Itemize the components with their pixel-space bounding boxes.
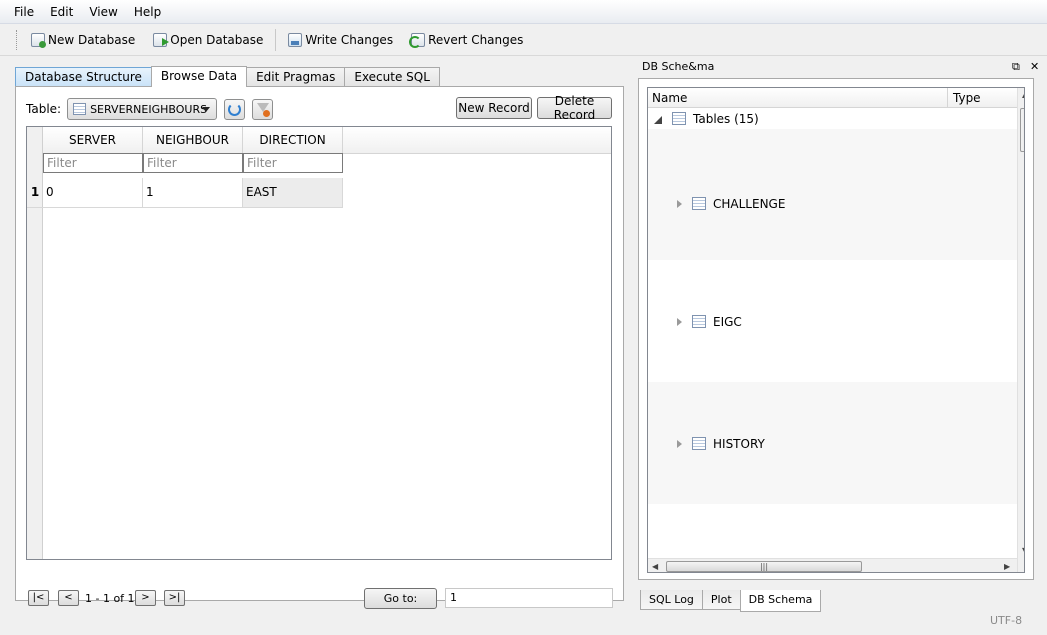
tree-item-label: CHALLENGE xyxy=(713,197,786,211)
tree-item-history[interactable]: HISTORY xyxy=(648,382,1017,504)
tree-horizontal-scrollbar[interactable]: ◀ ||| ▶ xyxy=(648,558,1017,572)
table-icon xyxy=(692,197,706,210)
table-select[interactable]: SERVERNEIGHBOURS xyxy=(67,98,218,120)
open-database-icon xyxy=(153,32,170,47)
filter-input-direction[interactable]: Filter xyxy=(243,153,343,173)
goto-button[interactable]: Go to: xyxy=(364,588,437,609)
toolbar-grip[interactable] xyxy=(16,29,19,50)
tab-browse-data[interactable]: Browse Data xyxy=(150,66,248,87)
header-filler xyxy=(343,127,611,154)
open-database-button[interactable]: Open Database xyxy=(147,27,269,53)
table-icon xyxy=(692,315,706,328)
table-cell[interactable]: 1 xyxy=(143,178,243,208)
column-header-neighbour[interactable]: NEIGHBOUR xyxy=(143,127,243,154)
scroll-left-icon[interactable]: ◀ xyxy=(652,562,658,571)
dock-body: Name Type Tables (15) CHALLENGE EIGC HIS… xyxy=(638,78,1034,580)
column-header-direction[interactable]: DIRECTION xyxy=(243,127,343,154)
tab-db-schema[interactable]: DB Schema xyxy=(739,590,822,612)
revert-changes-label: Revert Changes xyxy=(428,32,524,47)
dock-header: DB Sche&ma ⧉ ✕ xyxy=(638,58,1045,76)
record-range: 1 - 1 of 1 xyxy=(85,592,135,605)
first-page-button[interactable]: |< xyxy=(28,590,49,606)
table-cell[interactable]: EAST xyxy=(243,178,343,208)
toolbar: New Database Open Database Write Changes… xyxy=(0,24,1047,56)
menu-file[interactable]: File xyxy=(6,1,42,23)
main-panel: Database Structure Browse Data Edit Prag… xyxy=(15,66,624,609)
dock-title: DB Sche&ma xyxy=(642,60,715,73)
clear-filters-button[interactable] xyxy=(252,98,274,120)
scroll-down-icon[interactable]: ▼ xyxy=(1022,546,1024,555)
tree-item-label: EIGC xyxy=(713,315,742,329)
tree-root-label: Tables (15) xyxy=(693,112,759,126)
toolbar-separator xyxy=(275,28,277,51)
menu-view[interactable]: View xyxy=(81,1,125,23)
revert-changes-button[interactable]: Revert Changes xyxy=(405,27,529,53)
encoding-status: UTF-8 xyxy=(990,614,1023,627)
column-header-server[interactable]: SERVER xyxy=(43,127,143,154)
table-cell[interactable]: 0 xyxy=(43,178,143,208)
float-icon[interactable]: ⧉ xyxy=(1012,58,1020,76)
write-changes-icon xyxy=(288,32,303,47)
expanded-arrow-icon[interactable] xyxy=(654,116,662,124)
tree-header-type[interactable]: Type xyxy=(953,88,981,108)
refresh-icon xyxy=(228,102,242,116)
new-database-button[interactable]: New Database xyxy=(25,27,141,53)
next-page-button[interactable]: > xyxy=(135,590,156,606)
table-select-value: SERVERNEIGHBOURS xyxy=(90,102,208,116)
collapsed-arrow-icon[interactable] xyxy=(677,440,682,448)
chevron-down-icon xyxy=(202,107,211,112)
row-number[interactable]: 1 xyxy=(27,178,43,208)
refresh-button[interactable] xyxy=(224,98,246,120)
tab-execute-sql[interactable]: Execute SQL xyxy=(344,67,440,87)
open-database-label: Open Database xyxy=(170,32,264,47)
status-bar xyxy=(0,612,1047,635)
collapsed-arrow-icon[interactable] xyxy=(677,200,682,208)
tab-database-structure[interactable]: Database Structure xyxy=(15,67,152,87)
last-page-button[interactable]: >| xyxy=(164,590,185,606)
table-label: Table: xyxy=(26,102,62,116)
new-database-label: New Database xyxy=(48,32,136,47)
tree-header-name[interactable]: Name xyxy=(652,88,687,108)
filter-input-server[interactable]: Filter xyxy=(43,153,143,173)
tree-item-label: HISTORY xyxy=(713,437,765,451)
table-group-icon xyxy=(672,112,686,125)
write-changes-label: Write Changes xyxy=(305,32,394,47)
goto-input[interactable]: 1 xyxy=(445,588,613,608)
main-tabs: Database Structure Browse Data Edit Prag… xyxy=(15,66,440,87)
new-database-icon xyxy=(31,32,46,48)
write-changes-button[interactable]: Write Changes xyxy=(282,27,399,53)
tree-root-tables[interactable]: Tables (15) xyxy=(648,109,1017,129)
tree-header: Name Type xyxy=(648,88,1018,108)
collapsed-arrow-icon[interactable] xyxy=(677,318,682,326)
filter-input-neighbour[interactable]: Filter xyxy=(143,153,243,173)
browse-data-pane: Table: SERVERNEIGHBOURS New Record Delet… xyxy=(15,86,624,609)
scroll-right-icon[interactable]: ▶ xyxy=(1004,562,1010,571)
tree-item-eigc[interactable]: EIGC xyxy=(648,260,1017,382)
table-icon xyxy=(692,437,706,450)
menu-help[interactable]: Help xyxy=(126,1,169,23)
header-divider xyxy=(947,88,948,108)
tab-plot[interactable]: Plot xyxy=(701,590,741,610)
prev-page-button[interactable]: < xyxy=(58,590,79,606)
delete-record-button[interactable]: Delete Record xyxy=(537,94,612,122)
schema-tree: Name Type Tables (15) CHALLENGE EIGC HIS… xyxy=(647,87,1025,573)
vertical-scroll-thumb[interactable] xyxy=(1020,108,1024,152)
tree-item-challenge[interactable]: CHALLENGE xyxy=(648,129,1017,260)
menu-bar: File Edit View Help xyxy=(0,0,1047,24)
db-schema-dock: DB Sche&ma ⧉ ✕ Name Type Tables (15) CHA… xyxy=(638,58,1045,612)
close-icon[interactable]: ✕ xyxy=(1030,58,1039,76)
data-grid: SERVER NEIGHBOUR DIRECTION Filter Filter… xyxy=(26,126,612,560)
tab-sql-log[interactable]: SQL Log xyxy=(640,590,703,610)
dock-tabs: SQL Log Plot DB Schema xyxy=(640,590,822,612)
new-record-button[interactable]: New Record xyxy=(456,97,532,119)
scroll-up-icon[interactable]: ▲ xyxy=(1022,90,1024,99)
horizontal-scroll-thumb[interactable]: ||| xyxy=(666,561,862,572)
table-selector-row: Table: SERVERNEIGHBOURS xyxy=(26,97,274,121)
clear-badge-icon xyxy=(263,109,271,117)
menu-edit[interactable]: Edit xyxy=(42,1,81,23)
revert-changes-icon xyxy=(409,32,426,48)
table-icon xyxy=(73,103,87,115)
tree-vertical-scrollbar[interactable]: ▲ ▼ xyxy=(1017,88,1024,572)
tab-edit-pragmas[interactable]: Edit Pragmas xyxy=(246,67,346,87)
